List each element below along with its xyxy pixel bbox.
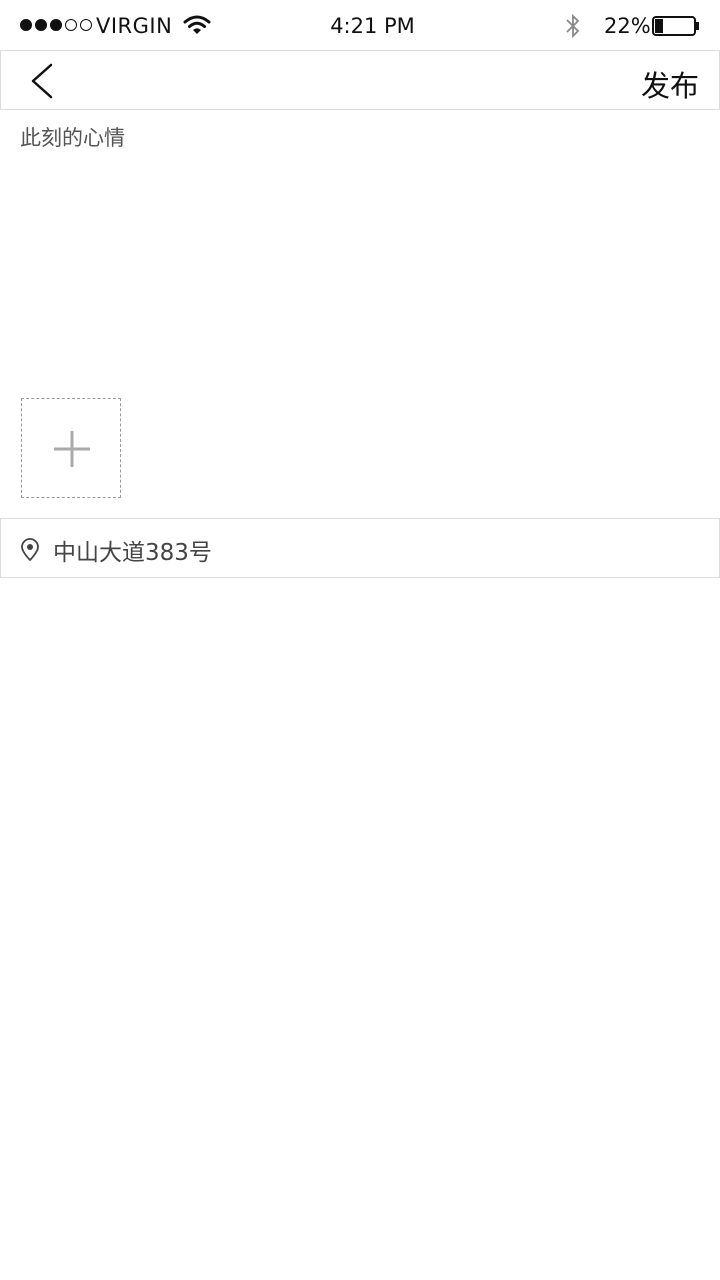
nav-bar: 发布 [0, 50, 720, 110]
publish-button[interactable]: 发布 [641, 63, 699, 105]
location-text: 中山大道383号 [53, 540, 212, 566]
plus-icon [54, 431, 90, 467]
bluetooth-icon [566, 13, 580, 39]
add-photo-button[interactable] [21, 398, 121, 498]
mood-placeholder: 此刻的心情 [20, 126, 125, 150]
battery-fill [655, 19, 663, 33]
status-bar: VIRGIN 4:21 PM 22% [0, 0, 720, 50]
battery-icon [652, 16, 699, 36]
location-pin-icon [21, 538, 39, 562]
location-row[interactable]: 中山大道383号 [0, 518, 720, 578]
chevron-left-icon[interactable] [23, 59, 67, 103]
battery-percentage: 22% [604, 14, 651, 38]
mood-text-input[interactable]: 此刻的心情 [0, 110, 720, 380]
